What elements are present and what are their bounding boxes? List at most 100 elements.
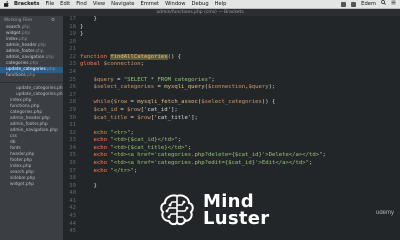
line-number: 42	[69, 205, 76, 212]
code-line[interactable]: global $connection;	[80, 61, 400, 69]
line-number: 28	[69, 99, 76, 106]
working-file-name: index	[6, 37, 18, 42]
code-token: findAllCategories	[110, 53, 168, 60]
list-icon[interactable]	[391, 0, 396, 9]
line-number: 36	[69, 159, 76, 166]
code-token: }	[80, 16, 97, 22]
gear-icon[interactable]: ⚙	[51, 18, 55, 23]
menu-edit[interactable]: Edit	[60, 0, 70, 9]
line-number: 44	[69, 220, 76, 227]
code-line[interactable]	[80, 39, 400, 47]
code-line[interactable]: echo "<td>{$cat_id}</td>";	[80, 137, 400, 145]
code-line[interactable]: echo "</tr>";	[80, 168, 400, 176]
code-token: while	[93, 99, 111, 106]
code-line[interactable]: }	[80, 24, 400, 32]
code-token: "<td><a href='categories.php?edit={$cat_…	[110, 159, 310, 166]
working-file-ext: .php	[20, 25, 30, 30]
code-line[interactable]: echo "<td><a href='categories.php?edit={…	[80, 160, 400, 168]
line-number: 20	[69, 38, 76, 45]
code-token: "<td>{$cat_id}</td>"	[110, 137, 178, 144]
line-number: 40	[69, 190, 76, 197]
line-number: 35	[69, 152, 76, 159]
code-line[interactable]	[80, 46, 400, 54]
working-file-name: categories	[6, 61, 29, 66]
line-number: 33	[69, 137, 76, 144]
code-line[interactable]: $query = "SELECT * FROM categories";	[80, 77, 400, 85]
code-token: =	[117, 106, 128, 113]
working-files-header: Working Files ⚙	[0, 16, 63, 25]
code-token: }	[80, 23, 84, 30]
code-line[interactable]: }	[80, 31, 400, 39]
line-number: 19	[69, 31, 76, 38]
code-token: () {	[167, 53, 182, 60]
apple-icon[interactable]	[4, 1, 9, 7]
line-number: 21	[69, 46, 76, 53]
code-token: ['cat_title'];	[150, 114, 198, 121]
code-token: "<td><a href='categories.php?delete={$ca…	[110, 152, 323, 159]
code-line[interactable]: while($row = mysqli_fetch_assoc($select_…	[80, 99, 400, 107]
line-number: 41	[69, 197, 76, 204]
line-number: 24	[69, 69, 76, 76]
line-number: 45	[69, 228, 76, 235]
line-number: 25	[69, 76, 76, 83]
code-line[interactable]: }	[80, 16, 400, 24]
wifi-icon[interactable]	[341, 1, 347, 7]
code-token: function	[80, 53, 111, 60]
code-token: mysqli_fetch_assoc	[137, 99, 198, 106]
code-line[interactable]: echo "<tr>";	[80, 130, 400, 138]
code-token: =	[127, 114, 138, 121]
line-number: 43	[69, 213, 76, 220]
line-number: 37	[69, 167, 76, 174]
code-line[interactable]	[80, 69, 400, 77]
logo-text: Mind Luster	[203, 193, 270, 228]
menu-find[interactable]: Find	[76, 0, 87, 9]
code-token: echo	[93, 159, 111, 166]
code-line[interactable]: $cat_id = $row['cat_id'];	[80, 107, 400, 115]
menu-navigate[interactable]: Navigate	[111, 0, 134, 9]
menu-help[interactable]: Help	[215, 0, 227, 9]
code-line[interactable]: echo "<td><a href='categories.php?delete…	[80, 152, 400, 160]
line-number: 27	[69, 91, 76, 98]
code-token: ;	[309, 159, 313, 166]
working-file-name: admin_footer	[6, 49, 35, 54]
udemy-watermark: udemy	[375, 210, 394, 216]
working-file-name: admin_header	[6, 43, 37, 48]
working-file-name: search	[6, 25, 21, 30]
project-tree-item[interactable]: widget.php	[0, 182, 63, 188]
search-icon[interactable]	[381, 0, 386, 9]
code-token: echo	[93, 137, 111, 144]
code-line[interactable]	[80, 122, 400, 130]
working-file-item[interactable]: functions.php	[0, 73, 63, 79]
line-number: 23	[69, 61, 76, 68]
code-token: =	[154, 84, 165, 91]
code-line[interactable]	[80, 92, 400, 100]
line-number: 38	[69, 175, 76, 182]
code-line[interactable]: $select_categories = mysqli_query($conne…	[80, 84, 400, 92]
battery-icon[interactable]	[351, 1, 357, 7]
code-token: }	[80, 182, 97, 189]
code-token: "<tr>"	[110, 129, 131, 136]
user-name[interactable]: Edem	[361, 0, 376, 9]
code-line[interactable]: function findAllCategories() {	[80, 53, 400, 62]
code-line[interactable]: echo "<td>{$cat_title}</td>";	[80, 145, 400, 153]
code-token: ;	[211, 76, 215, 83]
line-number: 30	[69, 114, 76, 121]
line-number: 29	[69, 106, 76, 113]
mind-luster-logo: Mind Luster	[157, 187, 287, 233]
menu-view[interactable]: View	[93, 0, 105, 9]
menu-debug[interactable]: Debug	[192, 0, 209, 9]
working-file-ext: .php	[34, 49, 44, 54]
code-line[interactable]: $cat_title = $row['cat_title'];	[80, 115, 400, 123]
code-token: );	[268, 84, 276, 91]
menu-app-name[interactable]: Brackets	[14, 0, 39, 9]
code-line[interactable]	[80, 175, 400, 183]
code-token: ;	[130, 129, 134, 136]
menu-emmet[interactable]: Emmet	[140, 0, 159, 9]
code-token: global	[80, 61, 104, 68]
menu-file[interactable]: File	[45, 0, 54, 9]
menu-window[interactable]: Window	[165, 0, 185, 9]
